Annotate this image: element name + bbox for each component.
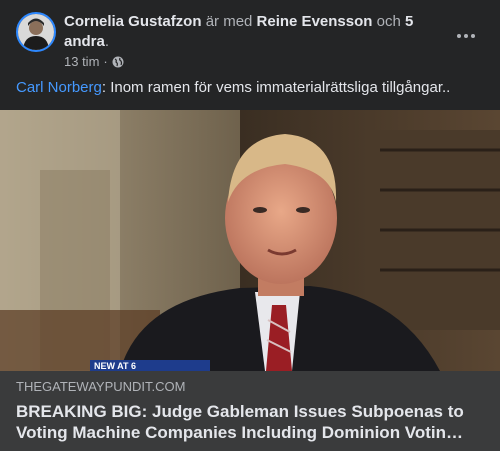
avatar-image (18, 14, 54, 50)
caption-mention[interactable]: Carl Norberg (16, 79, 102, 96)
with-text: är med (205, 13, 253, 30)
more-dot-icon (471, 34, 475, 38)
post-header-text: Cornelia Gustafzon är med Reine Evensson… (64, 12, 444, 52)
more-dot-icon (464, 34, 468, 38)
post-header: Cornelia Gustafzon är med Reine Evensson… (16, 12, 484, 72)
meta-separator: · (103, 54, 108, 69)
link-title[interactable]: BREAKING BIG: Judge Gableman Issues Subp… (16, 401, 484, 443)
more-options-button[interactable] (448, 18, 484, 54)
post-meta: 13 tim · (64, 54, 124, 69)
post-caption: Carl Norberg: Inom ramen för vems immate… (16, 78, 484, 98)
and-text: och (376, 13, 401, 30)
link-title-line-1: BREAKING BIG: Judge Gableman Issues Subp… (16, 402, 464, 421)
news-banner-text: NEW AT 6 (94, 361, 136, 371)
period: . (104, 33, 110, 50)
timestamp[interactable]: 13 tim (64, 54, 99, 69)
avatar[interactable] (16, 12, 56, 52)
caption-text: : Inom ramen för vems immaterialrättslig… (101, 79, 451, 96)
link-info[interactable]: THEGATEWAYPUNDIT.COM BREAKING BIG: Judge… (0, 371, 500, 451)
link-title-line-2: Voting Machine Companies Including Domin… (16, 423, 464, 442)
more-dot-icon (457, 34, 461, 38)
post-card: Cornelia Gustafzon är med Reine Evensson… (0, 0, 500, 451)
globe-icon[interactable] (112, 56, 124, 68)
author-name[interactable]: Cornelia Gustafzon (64, 13, 202, 30)
tagged-person-name[interactable]: Reine Evensson (257, 13, 373, 30)
link-preview-image[interactable]: NEW AT 6 (0, 110, 500, 371)
preview-photo (0, 110, 500, 371)
link-domain: THEGATEWAYPUNDIT.COM (16, 379, 186, 394)
